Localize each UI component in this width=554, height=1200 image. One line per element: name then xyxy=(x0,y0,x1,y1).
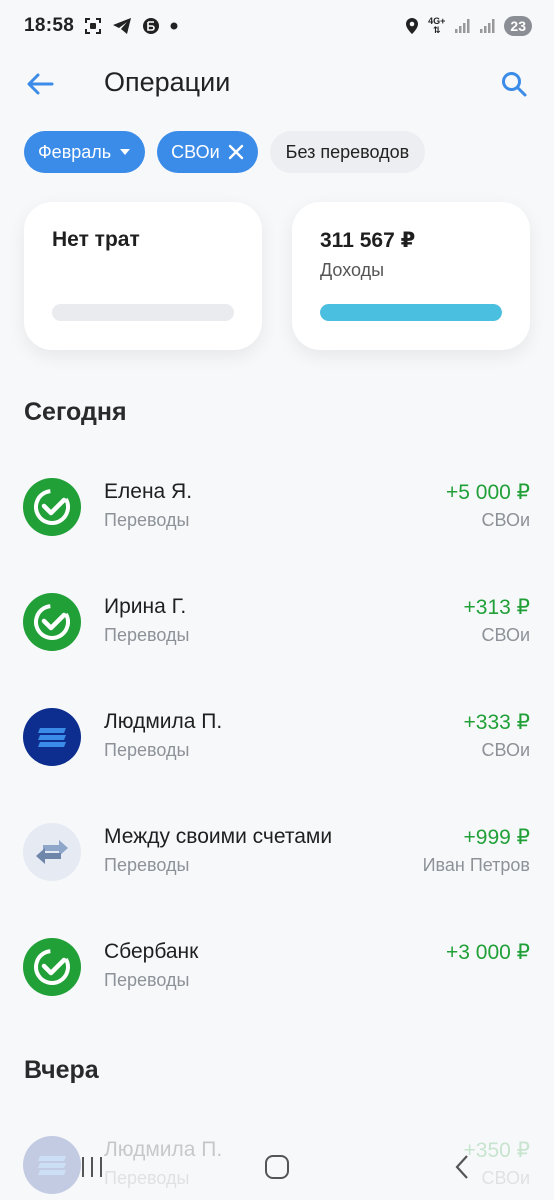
recent-apps-icon xyxy=(82,1157,103,1177)
battery-level: 23 xyxy=(504,16,532,36)
recent-apps-button[interactable] xyxy=(62,1142,122,1192)
section-title-today: Сегодня xyxy=(24,398,127,426)
expenses-card[interactable]: Нет трат xyxy=(24,202,262,350)
month-filter-label: Февраль xyxy=(38,141,112,162)
transaction-row[interactable]: Людмила П. Переводы +333 ₽ СВОи xyxy=(0,708,554,808)
transaction-account: СВОи xyxy=(481,740,530,760)
no-transfers-filter-chip[interactable]: Без переводов xyxy=(269,131,426,173)
caret-down-icon xyxy=(119,148,131,156)
app-notification-icon xyxy=(142,17,160,35)
transaction-amount: +313 ₽ xyxy=(463,596,531,619)
system-nav-bar xyxy=(0,1134,554,1200)
dot-indicator-icon xyxy=(170,22,178,30)
arrow-left-icon xyxy=(27,73,54,95)
transaction-amount: +999 ₽ xyxy=(463,826,531,849)
transaction-category: Переводы xyxy=(104,510,190,530)
transaction-row[interactable]: Между своими счетами Переводы +999 ₽ Иван П… xyxy=(0,823,554,923)
signal-icon-1 xyxy=(454,18,470,34)
page-title: Операции xyxy=(104,67,231,97)
bank-stripes-icon xyxy=(23,708,81,766)
home-button[interactable] xyxy=(247,1142,307,1192)
transaction-category: Переводы xyxy=(104,855,190,875)
transaction-category: Переводы xyxy=(104,740,190,760)
no-transfers-label: Без переводов xyxy=(285,141,410,162)
transaction-amount: +333 ₽ xyxy=(463,711,531,734)
filter-chips: Февраль СВОи Без переводов xyxy=(24,131,426,173)
transaction-row[interactable]: Елена Я. Переводы +5 000 ₽ СВОи xyxy=(0,478,554,578)
screenshot-icon xyxy=(84,17,102,35)
telegram-icon xyxy=(112,17,132,35)
transaction-account: СВОи xyxy=(481,510,530,530)
back-button[interactable] xyxy=(22,66,58,102)
income-amount: 311 567 ₽ xyxy=(320,229,416,252)
transaction-row[interactable]: Ирина Г. Переводы +313 ₽ СВОи xyxy=(0,593,554,693)
income-card[interactable]: 311 567 ₽ Доходы xyxy=(292,202,530,350)
account-filter-chip[interactable]: СВОи xyxy=(157,131,258,173)
chevron-left-icon xyxy=(455,1155,468,1179)
transaction-name: Елена Я. xyxy=(104,480,193,503)
income-progress-fill xyxy=(320,304,502,321)
transaction-name: Людмила П. xyxy=(104,710,223,733)
home-icon xyxy=(264,1155,289,1179)
transaction-name: Ирина Г. xyxy=(104,595,187,618)
income-label: Доходы xyxy=(320,260,385,280)
transaction-amount: +3 000 ₽ xyxy=(445,941,530,964)
account-filter-label: СВОи xyxy=(171,141,220,162)
transaction-account: Иван Петров xyxy=(422,855,530,875)
search-button[interactable] xyxy=(496,66,532,102)
location-icon xyxy=(405,17,419,35)
transaction-category: Переводы xyxy=(104,970,190,990)
expenses-progress-bar xyxy=(52,304,234,321)
expenses-label: Нет трат xyxy=(52,228,140,251)
income-progress-bar xyxy=(320,304,502,321)
transaction-row[interactable]: Сбербанк Переводы +3 000 ₽ xyxy=(0,938,554,1038)
month-filter-chip[interactable]: Февраль xyxy=(24,131,146,173)
search-icon xyxy=(502,72,527,97)
transaction-name: Между своими счетами xyxy=(104,825,333,848)
transfer-arrows-icon xyxy=(23,823,81,881)
status-time: 18:58 xyxy=(24,15,75,36)
top-app-bar: Операции xyxy=(0,56,554,112)
sber-check-icon xyxy=(23,593,81,651)
section-title-yesterday: Вчера xyxy=(24,1056,99,1084)
summary-cards: Нет трат 311 567 ₽ Доходы xyxy=(24,202,530,350)
signal-icon-2 xyxy=(479,18,495,34)
system-back-button[interactable] xyxy=(432,1142,492,1192)
transaction-account: СВОи xyxy=(481,625,530,645)
sber-check-icon xyxy=(23,478,81,536)
transaction-category: Переводы xyxy=(104,625,190,645)
network-type-icon: 4G+ ⇅ xyxy=(428,16,446,35)
transaction-name: Сбербанк xyxy=(104,940,199,963)
status-bar: 18:58 4G+ ⇅ 23 xyxy=(0,0,554,52)
sber-check-icon xyxy=(23,938,81,996)
close-icon[interactable] xyxy=(228,144,244,160)
transaction-amount: +5 000 ₽ xyxy=(445,481,530,504)
